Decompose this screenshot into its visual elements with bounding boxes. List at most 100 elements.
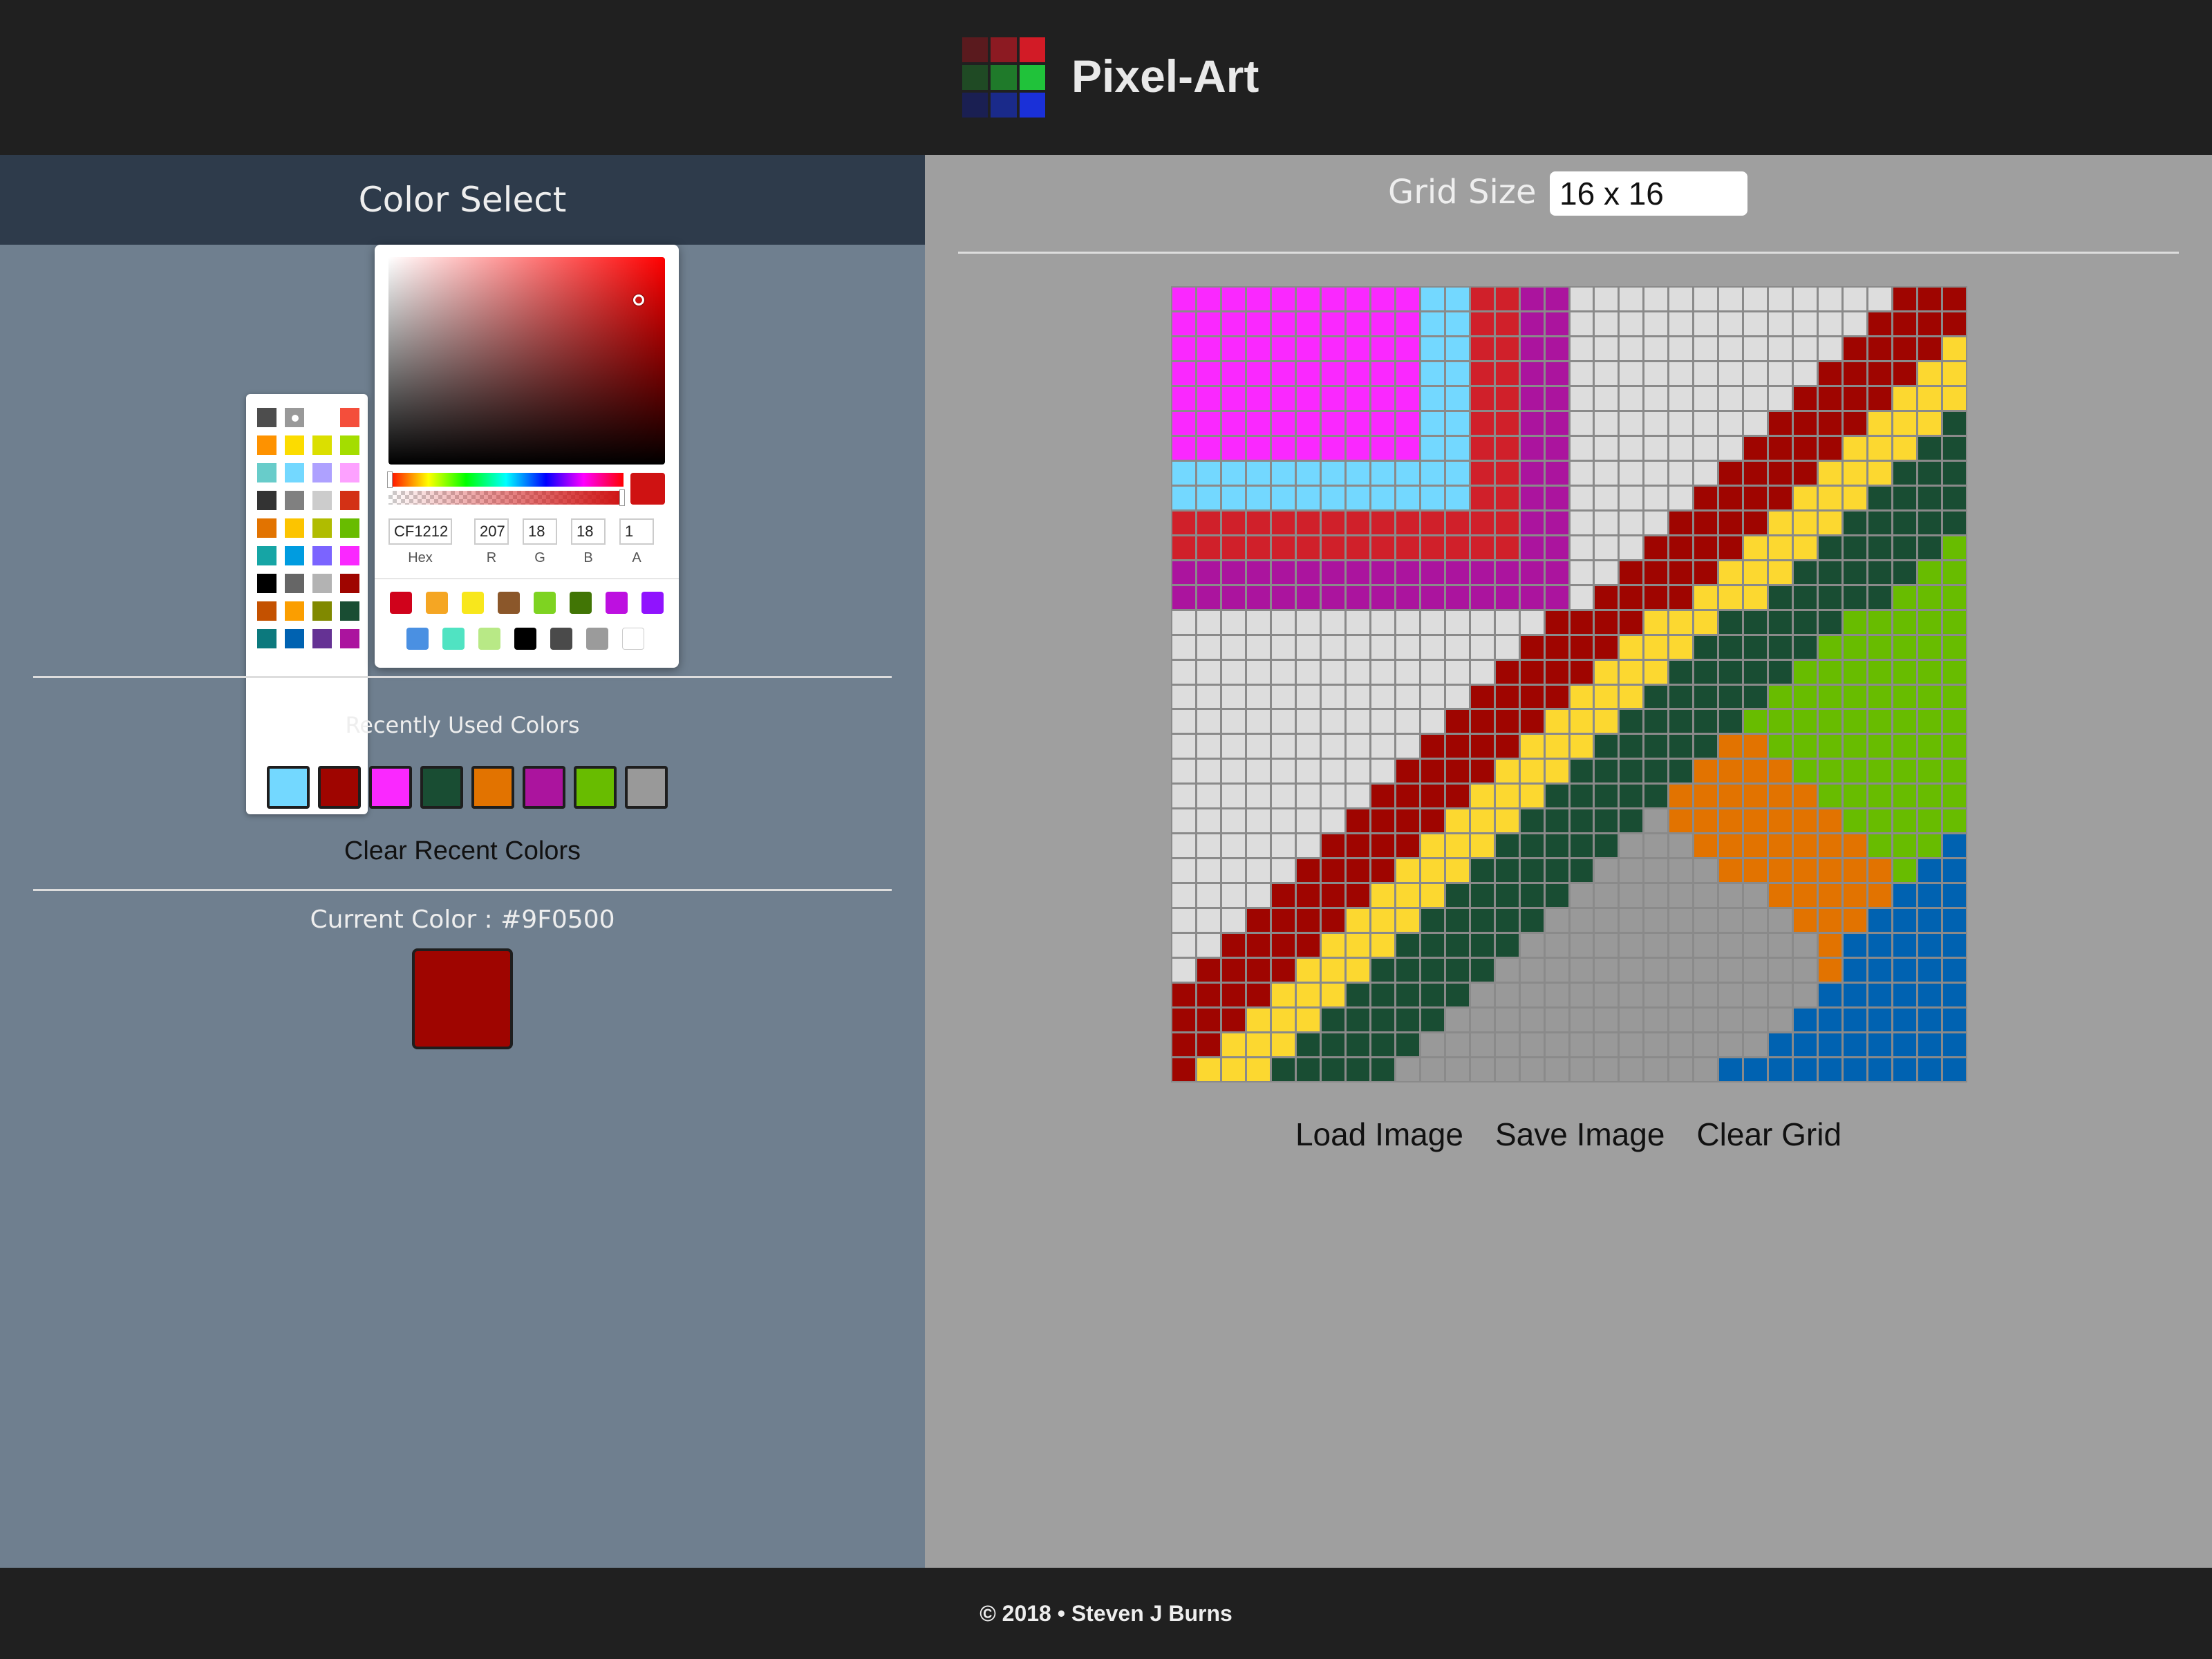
pixel-cell[interactable] xyxy=(1794,685,1817,709)
pixel-cell[interactable] xyxy=(1794,660,1817,684)
pixel-cell[interactable] xyxy=(1470,909,1494,932)
pixel-cell[interactable] xyxy=(1744,760,1768,783)
pixel-cell[interactable] xyxy=(1595,735,1618,758)
pixel-cell[interactable] xyxy=(1321,1009,1344,1032)
alpha-input[interactable] xyxy=(619,518,654,545)
pixel-cell[interactable] xyxy=(1893,1009,1917,1032)
pixel-cell[interactable] xyxy=(1694,760,1718,783)
pixel-cell[interactable] xyxy=(1396,486,1419,509)
pixel-cell[interactable] xyxy=(1669,386,1693,410)
pixel-cell[interactable] xyxy=(1495,362,1519,385)
pixel-cell[interactable] xyxy=(1819,760,1842,783)
pixel-cell[interactable] xyxy=(1844,610,1867,634)
pixel-cell[interactable] xyxy=(1470,809,1494,833)
pixel-cell[interactable] xyxy=(1868,685,1892,709)
pixel-cell[interactable] xyxy=(1346,386,1369,410)
pixel-cell[interactable] xyxy=(1346,312,1369,335)
pixel-cell[interactable] xyxy=(1893,436,1917,460)
pixel-cell[interactable] xyxy=(1918,685,1942,709)
pixel-cell[interactable] xyxy=(1694,710,1718,733)
pixel-cell[interactable] xyxy=(1620,735,1643,758)
pixel-cell[interactable] xyxy=(1346,785,1369,808)
pixel-cell[interactable] xyxy=(1669,884,1693,908)
pixel-cell[interactable] xyxy=(1694,461,1718,485)
pixel-cell[interactable] xyxy=(1844,984,1867,1007)
pixel-cell[interactable] xyxy=(1694,511,1718,534)
pixel-cell[interactable] xyxy=(1421,386,1444,410)
pixel-cell[interactable] xyxy=(1495,411,1519,435)
pixel-cell[interactable] xyxy=(1396,411,1419,435)
pixel-cell[interactable] xyxy=(1819,685,1842,709)
pixel-cell[interactable] xyxy=(1221,436,1245,460)
pixel-cell[interactable] xyxy=(1545,362,1568,385)
preset-swatch[interactable] xyxy=(622,628,644,650)
pixel-cell[interactable] xyxy=(1819,1058,1842,1081)
pixel-cell[interactable] xyxy=(1520,660,1544,684)
pixel-cell[interactable] xyxy=(1669,561,1693,584)
pixel-cell[interactable] xyxy=(1172,735,1195,758)
pixel-cell[interactable] xyxy=(1794,585,1817,609)
palette-swatch[interactable] xyxy=(285,463,304,482)
pixel-cell[interactable] xyxy=(1470,660,1494,684)
pixel-cell[interactable] xyxy=(1943,1058,1966,1081)
pixel-cell[interactable] xyxy=(1321,337,1344,360)
pixel-cell[interactable] xyxy=(1470,1058,1494,1081)
pixel-cell[interactable] xyxy=(1943,909,1966,932)
pixel-cell[interactable] xyxy=(1321,635,1344,659)
pixel-cell[interactable] xyxy=(1595,1033,1618,1057)
pixel-cell[interactable] xyxy=(1844,909,1867,932)
pixel-cell[interactable] xyxy=(1769,461,1792,485)
palette-swatch[interactable] xyxy=(340,491,359,510)
pixel-cell[interactable] xyxy=(1868,461,1892,485)
pixel-cell[interactable] xyxy=(1719,585,1743,609)
preset-swatch[interactable] xyxy=(478,628,500,650)
pixel-cell[interactable] xyxy=(1819,909,1842,932)
saturation-area[interactable] xyxy=(388,257,665,465)
pixel-cell[interactable] xyxy=(1421,536,1444,559)
pixel-cell[interactable] xyxy=(1744,486,1768,509)
pixel-cell[interactable] xyxy=(1918,486,1942,509)
pixel-cell[interactable] xyxy=(1719,1033,1743,1057)
pixel-cell[interactable] xyxy=(1744,288,1768,310)
pixel-cell[interactable] xyxy=(1221,561,1245,584)
pixel-cell[interactable] xyxy=(1246,536,1270,559)
pixel-cell[interactable] xyxy=(1893,909,1917,932)
pixel-cell[interactable] xyxy=(1445,909,1469,932)
pixel-cell[interactable] xyxy=(1221,859,1245,883)
pixel-cell[interactable] xyxy=(1545,785,1568,808)
pixel-cell[interactable] xyxy=(1495,461,1519,485)
pixel-cell[interactable] xyxy=(1520,1009,1544,1032)
pixel-cell[interactable] xyxy=(1644,685,1668,709)
pixel-cell[interactable] xyxy=(1644,312,1668,335)
pixel-cell[interactable] xyxy=(1918,610,1942,634)
palette-swatch[interactable] xyxy=(285,518,304,538)
pixel-cell[interactable] xyxy=(1918,735,1942,758)
pixel-cell[interactable] xyxy=(1719,959,1743,982)
pixel-cell[interactable] xyxy=(1371,959,1394,982)
pixel-cell[interactable] xyxy=(1346,959,1369,982)
pixel-cell[interactable] xyxy=(1819,288,1842,310)
pixel-cell[interactable] xyxy=(1868,884,1892,908)
pixel-cell[interactable] xyxy=(1918,511,1942,534)
preset-swatch[interactable] xyxy=(406,628,429,650)
pixel-cell[interactable] xyxy=(1470,536,1494,559)
pixel-cell[interactable] xyxy=(1346,984,1369,1007)
palette-swatch[interactable] xyxy=(285,546,304,565)
pixel-cell[interactable] xyxy=(1396,536,1419,559)
pixel-cell[interactable] xyxy=(1744,785,1768,808)
pixel-cell[interactable] xyxy=(1221,411,1245,435)
pixel-cell[interactable] xyxy=(1172,436,1195,460)
pixel-cell[interactable] xyxy=(1221,362,1245,385)
pixel-cell[interactable] xyxy=(1794,760,1817,783)
pixel-cell[interactable] xyxy=(1172,760,1195,783)
pixel-cell[interactable] xyxy=(1396,386,1419,410)
pixel-cell[interactable] xyxy=(1744,411,1768,435)
pixel-cell[interactable] xyxy=(1371,411,1394,435)
pixel-cell[interactable] xyxy=(1844,934,1867,957)
pixel-cell[interactable] xyxy=(1669,785,1693,808)
pixel-cell[interactable] xyxy=(1893,386,1917,410)
pixel-cell[interactable] xyxy=(1445,1033,1469,1057)
pixel-cell[interactable] xyxy=(1470,984,1494,1007)
pixel-cell[interactable] xyxy=(1246,486,1270,509)
pixel-cell[interactable] xyxy=(1744,884,1768,908)
